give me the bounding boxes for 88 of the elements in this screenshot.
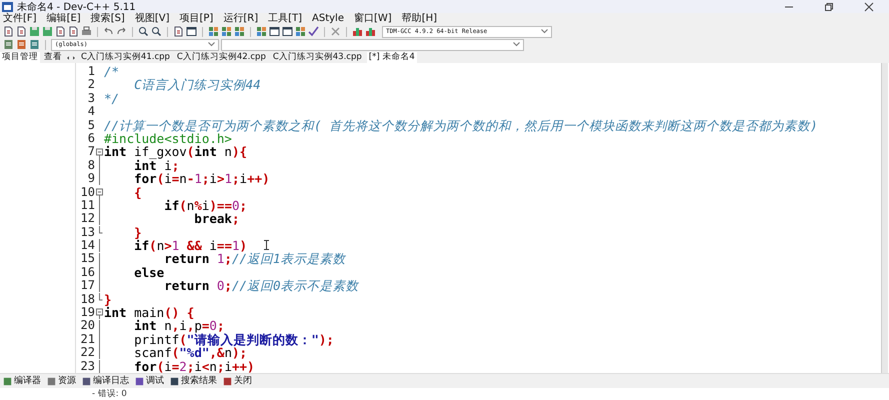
close-icon[interactable]	[864, 2, 874, 12]
menu-item[interactable]: 窗口[W]	[354, 13, 392, 25]
code-line: for(i=n-1;i>1;i++)	[133, 171, 270, 186]
line-number: 1	[88, 65, 95, 78]
code-line: //计算一个数是否可为两个素数之和( 首先将这个数分解为两个数的和，然后用一个模块函数来判断这两个数是否都为素数)	[104, 118, 818, 133]
file-tab[interactable]: C入门练习实例41.cpp	[79, 52, 172, 63]
code-line: if(n%i)==0;	[163, 198, 248, 213]
line-number: 2	[88, 78, 95, 92]
restore-icon[interactable]	[824, 2, 834, 12]
vertical-scrollbar[interactable]	[881, 63, 888, 373]
output-tab[interactable]: 编译日志	[82, 375, 129, 387]
chevron-icon	[208, 42, 215, 47]
menu-item[interactable]: 搜索[S]	[90, 13, 125, 25]
line-number: 20	[80, 319, 95, 333]
line-number: 13	[80, 226, 95, 240]
code-line: #include<stdio.h>	[104, 130, 232, 146]
line-number: 21	[80, 332, 95, 346]
output-tab[interactable]: 资源	[47, 375, 76, 387]
code-line: if(n>1 && i==1)	[133, 238, 248, 254]
text-cursor-icon	[264, 240, 269, 250]
code-line: scanf("%d",&n);	[133, 345, 248, 360]
file-tab[interactable]: C入门练习实例43.cpp	[270, 52, 364, 63]
panel-tab[interactable]: 项目管理	[0, 52, 40, 63]
line-number: 3	[88, 92, 95, 106]
line-number: 4	[88, 105, 95, 119]
menu-item[interactable]: 项目[P]	[180, 13, 214, 25]
chevron-icon	[513, 42, 520, 47]
menu-item[interactable]: 视图[V]	[134, 13, 170, 25]
menu-item[interactable]: AStyle	[312, 13, 344, 25]
code-line: C语言入门练习实例44	[133, 77, 261, 92]
code-line: printf("请输入是判断的数：");	[133, 332, 334, 347]
line-number: 22	[80, 346, 95, 360]
code-line: int main() {	[104, 305, 194, 320]
fold-minus-icon[interactable]	[96, 186, 102, 199]
fold-minus-icon[interactable]	[96, 146, 102, 159]
line-number: 12	[80, 212, 95, 226]
line-number: 6	[88, 132, 95, 146]
line-number: 17	[80, 279, 95, 293]
window-icon[interactable]	[269, 26, 280, 37]
line-number: 18	[80, 292, 95, 306]
chevron-icon	[541, 29, 548, 34]
line-number: 8	[88, 158, 95, 172]
window-icon[interactable]	[282, 26, 293, 37]
line-number: 19	[80, 306, 95, 320]
fold-minus-icon[interactable]	[96, 306, 102, 320]
code-line: }	[133, 224, 142, 240]
app-icon	[2, 2, 13, 12]
line-number: 10	[80, 186, 95, 199]
output-tab[interactable]: 关闭	[223, 375, 252, 387]
line-number: 23	[80, 360, 95, 373]
code-line: {	[133, 184, 142, 200]
code-line: for(i=2;i<n;i++)	[133, 358, 255, 373]
left-arrow-icon[interactable]	[66, 54, 70, 62]
line-number: 7	[88, 145, 95, 159]
output-tab[interactable]: 搜索结果	[170, 375, 217, 387]
code-line: int if_gxov(int n){	[104, 144, 248, 160]
line-number: 11	[80, 198, 95, 212]
redo-icon[interactable]	[116, 26, 127, 37]
file-tab[interactable]: C入门练习实例42.cpp	[174, 52, 268, 63]
code-line: /*	[104, 64, 120, 79]
line-number: 14	[80, 239, 95, 252]
menu-item[interactable]: 文件[F]	[3, 13, 37, 25]
code-line: int n,i,p=0;	[133, 318, 224, 334]
code-line: else	[133, 264, 164, 280]
printer-icon[interactable]	[81, 26, 92, 37]
output-tab[interactable]: 调试	[135, 375, 164, 387]
line-number: 9	[88, 172, 95, 186]
line-number: 15	[80, 252, 95, 266]
window-icon[interactable]	[186, 26, 197, 37]
menu-item[interactable]: 运行[R]	[223, 13, 258, 25]
code-line: int i;	[133, 158, 180, 173]
code-line: }	[104, 292, 112, 307]
log-text: - 错误: 0	[92, 388, 127, 400]
output-tab[interactable]: 编译器	[3, 375, 41, 387]
right-arrow-icon[interactable]	[72, 54, 76, 62]
undo-icon[interactable]	[103, 26, 114, 37]
code-line: return 1;//返回1表示是素数	[164, 251, 346, 266]
panel-tab[interactable]: 查看	[42, 52, 64, 63]
menu-item[interactable]: 编辑[E]	[46, 13, 81, 25]
file-tab[interactable]: [*] 未命名4	[366, 52, 417, 63]
menu-item[interactable]: 帮助[H]	[402, 13, 438, 25]
code-line: */	[104, 90, 120, 106]
line-number: 5	[88, 118, 95, 132]
menu-item[interactable]: 工具[T]	[268, 13, 302, 25]
window-title: 未命名4 - Dev-C++ 5.11	[17, 0, 136, 12]
line-number: 16	[80, 266, 95, 280]
code-line: return 0;//返回0表示不是素数	[163, 278, 359, 294]
code-line: break;	[193, 211, 240, 226]
